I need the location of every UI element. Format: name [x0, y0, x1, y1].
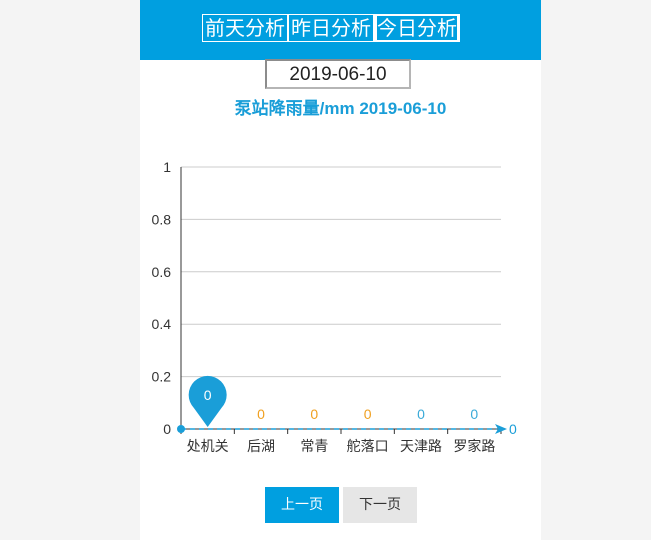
markers: 00	[177, 375, 517, 437]
y-tick-label: 0.8	[152, 211, 172, 227]
y-tick-label: 0.4	[152, 316, 172, 332]
x-tick-label: 罗家路	[453, 438, 495, 455]
y-tick-labels: 0 0.2 0.4 0.6 0.8 1	[152, 159, 172, 437]
value-labels: 0 0 0 0 0	[257, 406, 478, 422]
value-label: 0	[364, 406, 372, 422]
main-panel: 前天分析 昨日分析 今日分析 2019-06-10 泵站降雨量/mm 2019-…	[140, 0, 541, 540]
x-tick-label: 常青	[300, 439, 328, 455]
markline-label: 0	[509, 421, 517, 437]
y-tick-label: 1	[163, 159, 171, 175]
axes	[180, 167, 502, 434]
y-tick-label: 0.6	[152, 264, 172, 280]
grid-layer	[181, 166, 501, 378]
rainfall-chart: 00.20.40.60.81 处机关 后湖 常青 舵落口 天津路 罗家路 00000 00	[152, 159, 517, 455]
prev-page-button[interactable]: 上一页	[265, 487, 339, 523]
x-tick-label: 处机关	[187, 439, 229, 455]
x-tick-label: 后湖	[247, 439, 275, 455]
value-label: 0	[417, 406, 425, 422]
value-label: 0	[310, 406, 318, 422]
y-tick-label: 0.2	[152, 369, 172, 385]
markline-start-dot	[177, 425, 185, 433]
y-tick-label: 0	[163, 421, 171, 437]
x-tick-label: 天津路	[400, 439, 442, 455]
value-label: 0	[470, 406, 478, 422]
markpoint-label: 0	[204, 387, 212, 403]
x-tick-label: 舵落口	[347, 439, 389, 455]
x-tick-labels: 处机关 后湖 常青 舵落口 天津路 罗家路	[187, 438, 496, 455]
value-label: 0	[257, 406, 265, 422]
next-page-button[interactable]: 下一页	[343, 487, 417, 523]
